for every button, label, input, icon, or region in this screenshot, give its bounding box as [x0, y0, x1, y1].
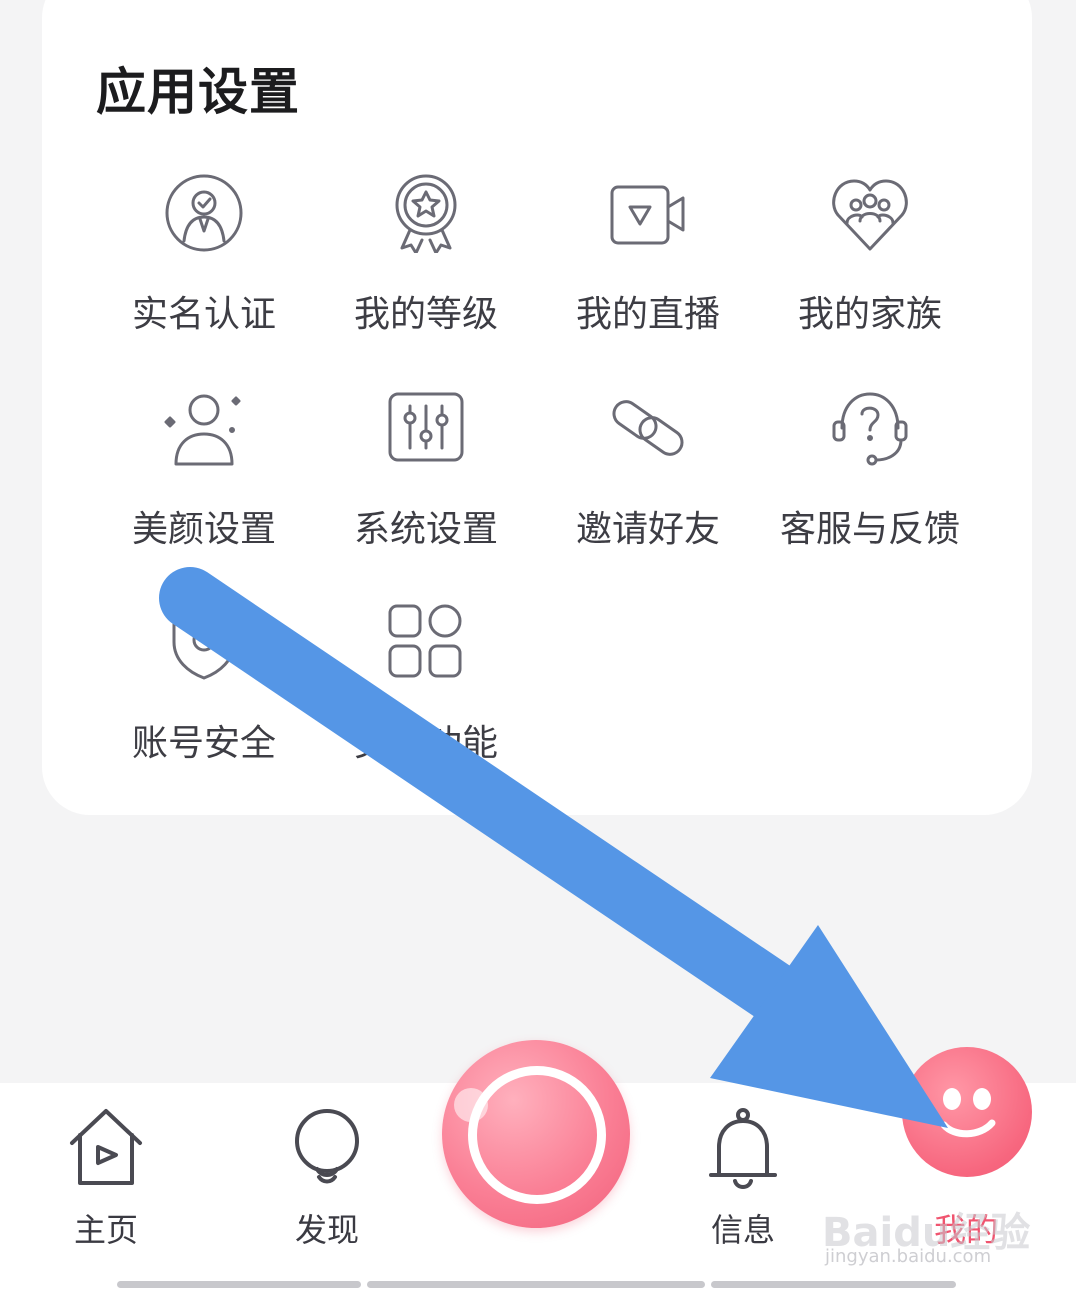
grid-item-label: 我的直播 — [575, 294, 720, 335]
family-heart-icon — [830, 173, 910, 253]
live-video-icon — [608, 173, 688, 253]
grid-item-label: 邀请好友 — [575, 509, 720, 550]
home-indicator — [367, 1281, 705, 1288]
grid-item-family[interactable]: 我的家族 — [759, 173, 981, 373]
grid-item-invite[interactable]: 邀请好友 — [537, 388, 759, 588]
grid-item-support[interactable]: 客服与反馈 — [759, 388, 981, 588]
grid-item-label: 账号安全 — [131, 723, 276, 764]
identity-verify-icon — [164, 173, 244, 253]
tab-label: 主页 — [73, 1211, 138, 1249]
tab-discover[interactable]: 发现 — [252, 1083, 402, 1253]
grid-item-live[interactable]: 我的直播 — [537, 173, 759, 373]
tab-home[interactable]: 主页 — [31, 1083, 181, 1253]
invite-link-icon — [608, 388, 688, 468]
grid-item-label: 更多功能 — [353, 723, 498, 764]
home-indicator — [711, 1281, 956, 1288]
settings-sliders-icon — [386, 388, 466, 468]
grid-item-beauty[interactable]: 美颜设置 — [93, 388, 315, 588]
grid-item-label: 我的等级 — [353, 294, 498, 335]
grid-item-label: 实名认证 — [131, 294, 276, 335]
home-indicator — [117, 1281, 361, 1288]
grid-item-level[interactable]: 我的等级 — [315, 173, 537, 373]
grid-item-more[interactable]: 更多功能 — [315, 602, 537, 802]
tab-label: 信息 — [710, 1211, 775, 1249]
grid-item-label: 系统设置 — [353, 509, 498, 550]
level-badge-icon — [386, 173, 466, 253]
grid-item-security[interactable]: 账号安全 — [93, 602, 315, 802]
camera-shine — [454, 1088, 488, 1122]
beauty-face-icon — [164, 388, 244, 468]
watermark-url: jingyan.baidu.com — [825, 1246, 992, 1267]
grid-item-label: 我的家族 — [797, 294, 942, 335]
camera-live-icon — [468, 1066, 606, 1204]
tab-messages[interactable]: 信息 — [668, 1083, 818, 1253]
customer-service-icon — [830, 388, 910, 468]
camera-live-button[interactable] — [442, 1040, 630, 1228]
home-icon — [66, 1103, 146, 1193]
grid-item-label: 客服与反馈 — [779, 509, 960, 550]
discover-bulb-icon — [287, 1103, 367, 1193]
section-title: 应用设置 — [96, 63, 300, 121]
more-apps-icon — [386, 602, 466, 682]
shield-icon — [164, 602, 244, 682]
grid-item-identity[interactable]: 实名认证 — [93, 173, 315, 373]
tab-label: 发现 — [294, 1211, 359, 1249]
bell-icon — [703, 1103, 783, 1193]
grid-item-label: 美颜设置 — [131, 509, 276, 550]
grid-item-system[interactable]: 系统设置 — [315, 388, 537, 588]
